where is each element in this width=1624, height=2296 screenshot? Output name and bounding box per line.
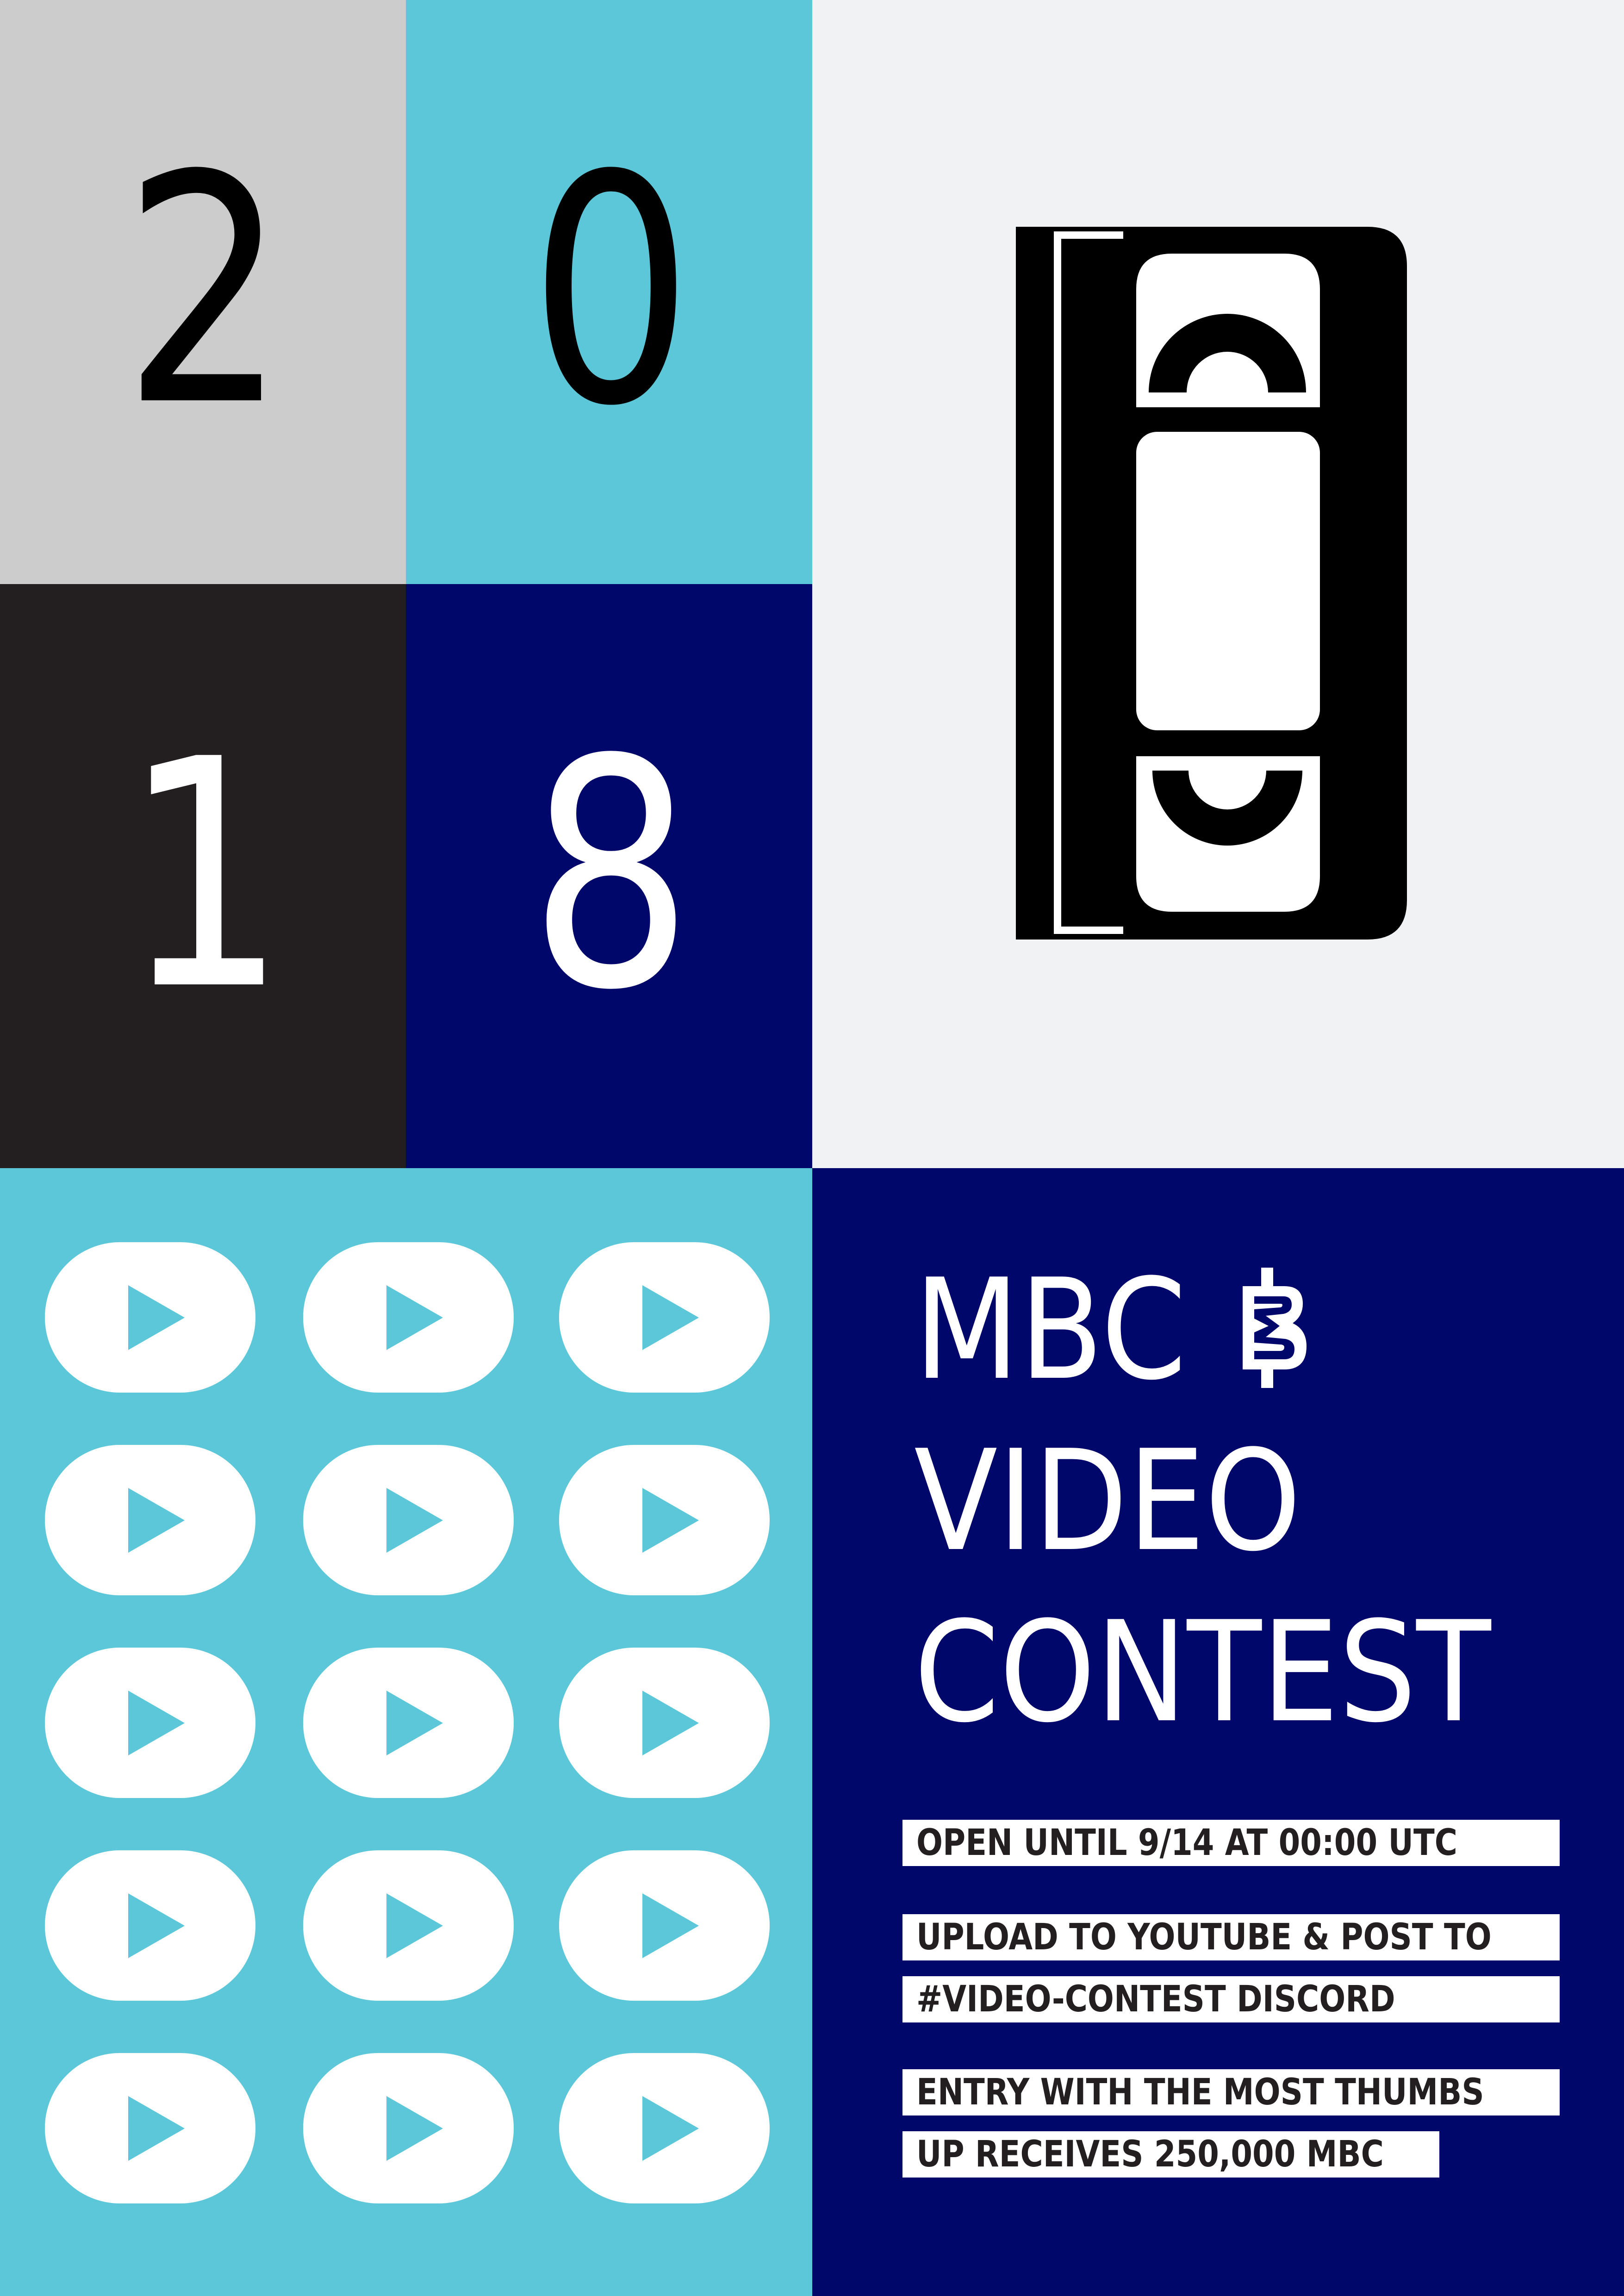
vhs-cassette-icon	[1016, 227, 1407, 940]
play-button-icon	[303, 1242, 514, 1393]
contest-info-panel: MBC VIDEO CONTEST OPEN UNTIL 9/14 AT 00:…	[812, 1168, 1624, 2296]
year-digit-text: 0	[529, 109, 693, 475]
mbc-coin-icon	[1243, 1268, 1307, 1388]
instructions-banner-2: #VIDEO-CONTEST DISCORD	[902, 1976, 1560, 2022]
prize-text-1: ENTRY WITH THE MOST THUMBS	[916, 2072, 1484, 2113]
play-button-icon	[559, 1445, 770, 1595]
year-digit-text: 2	[123, 109, 287, 475]
title-line-mbc: MBC	[914, 1249, 1187, 1411]
year-digit-1: 1	[0, 584, 406, 1168]
instructions-text-2: #VIDEO-CONTEST DISCORD	[916, 1979, 1395, 2020]
play-button-icon	[303, 1648, 514, 1798]
play-button-icon	[559, 1648, 770, 1798]
play-button-icon	[559, 2053, 770, 2203]
play-button-icon	[45, 1242, 255, 1393]
deadline-banner: OPEN UNTIL 9/14 AT 00:00 UTC	[902, 1820, 1560, 1866]
title-line-contest: CONTEST	[914, 1592, 1491, 1753]
play-button-icon	[303, 1445, 514, 1595]
title-line-video: VIDEO	[914, 1420, 1301, 1582]
deadline-text: OPEN UNTIL 9/14 AT 00:00 UTC	[916, 1822, 1457, 1864]
prize-text-2: UP RECEIVES 250,000 MBC	[916, 2134, 1384, 2175]
play-button-icon	[559, 1242, 770, 1393]
play-button-icon	[303, 2053, 514, 2203]
play-button-grid	[0, 1168, 812, 2296]
instructions-text-1: UPLOAD TO YOUTUBE & POST TO	[916, 1916, 1492, 1958]
prize-banner-2: UP RECEIVES 250,000 MBC	[902, 2131, 1439, 2178]
year-digit-text: 1	[123, 693, 287, 1059]
play-button-icon	[45, 2053, 255, 2203]
prize-banner-1: ENTRY WITH THE MOST THUMBS	[902, 2069, 1560, 2116]
play-button-icon	[559, 1850, 770, 2001]
play-button-icon	[45, 1850, 255, 2001]
play-button-icon	[45, 1648, 255, 1798]
year-digit-2: 2	[0, 0, 406, 584]
year-digit-0: 0	[406, 0, 812, 584]
instructions-banner-1: UPLOAD TO YOUTUBE & POST TO	[902, 1914, 1560, 1960]
play-button-icon	[303, 1850, 514, 2001]
vhs-panel	[812, 0, 1624, 1168]
play-button-icon	[45, 1445, 255, 1595]
year-digit-8: 8	[406, 584, 812, 1168]
year-digit-text: 8	[529, 693, 693, 1059]
